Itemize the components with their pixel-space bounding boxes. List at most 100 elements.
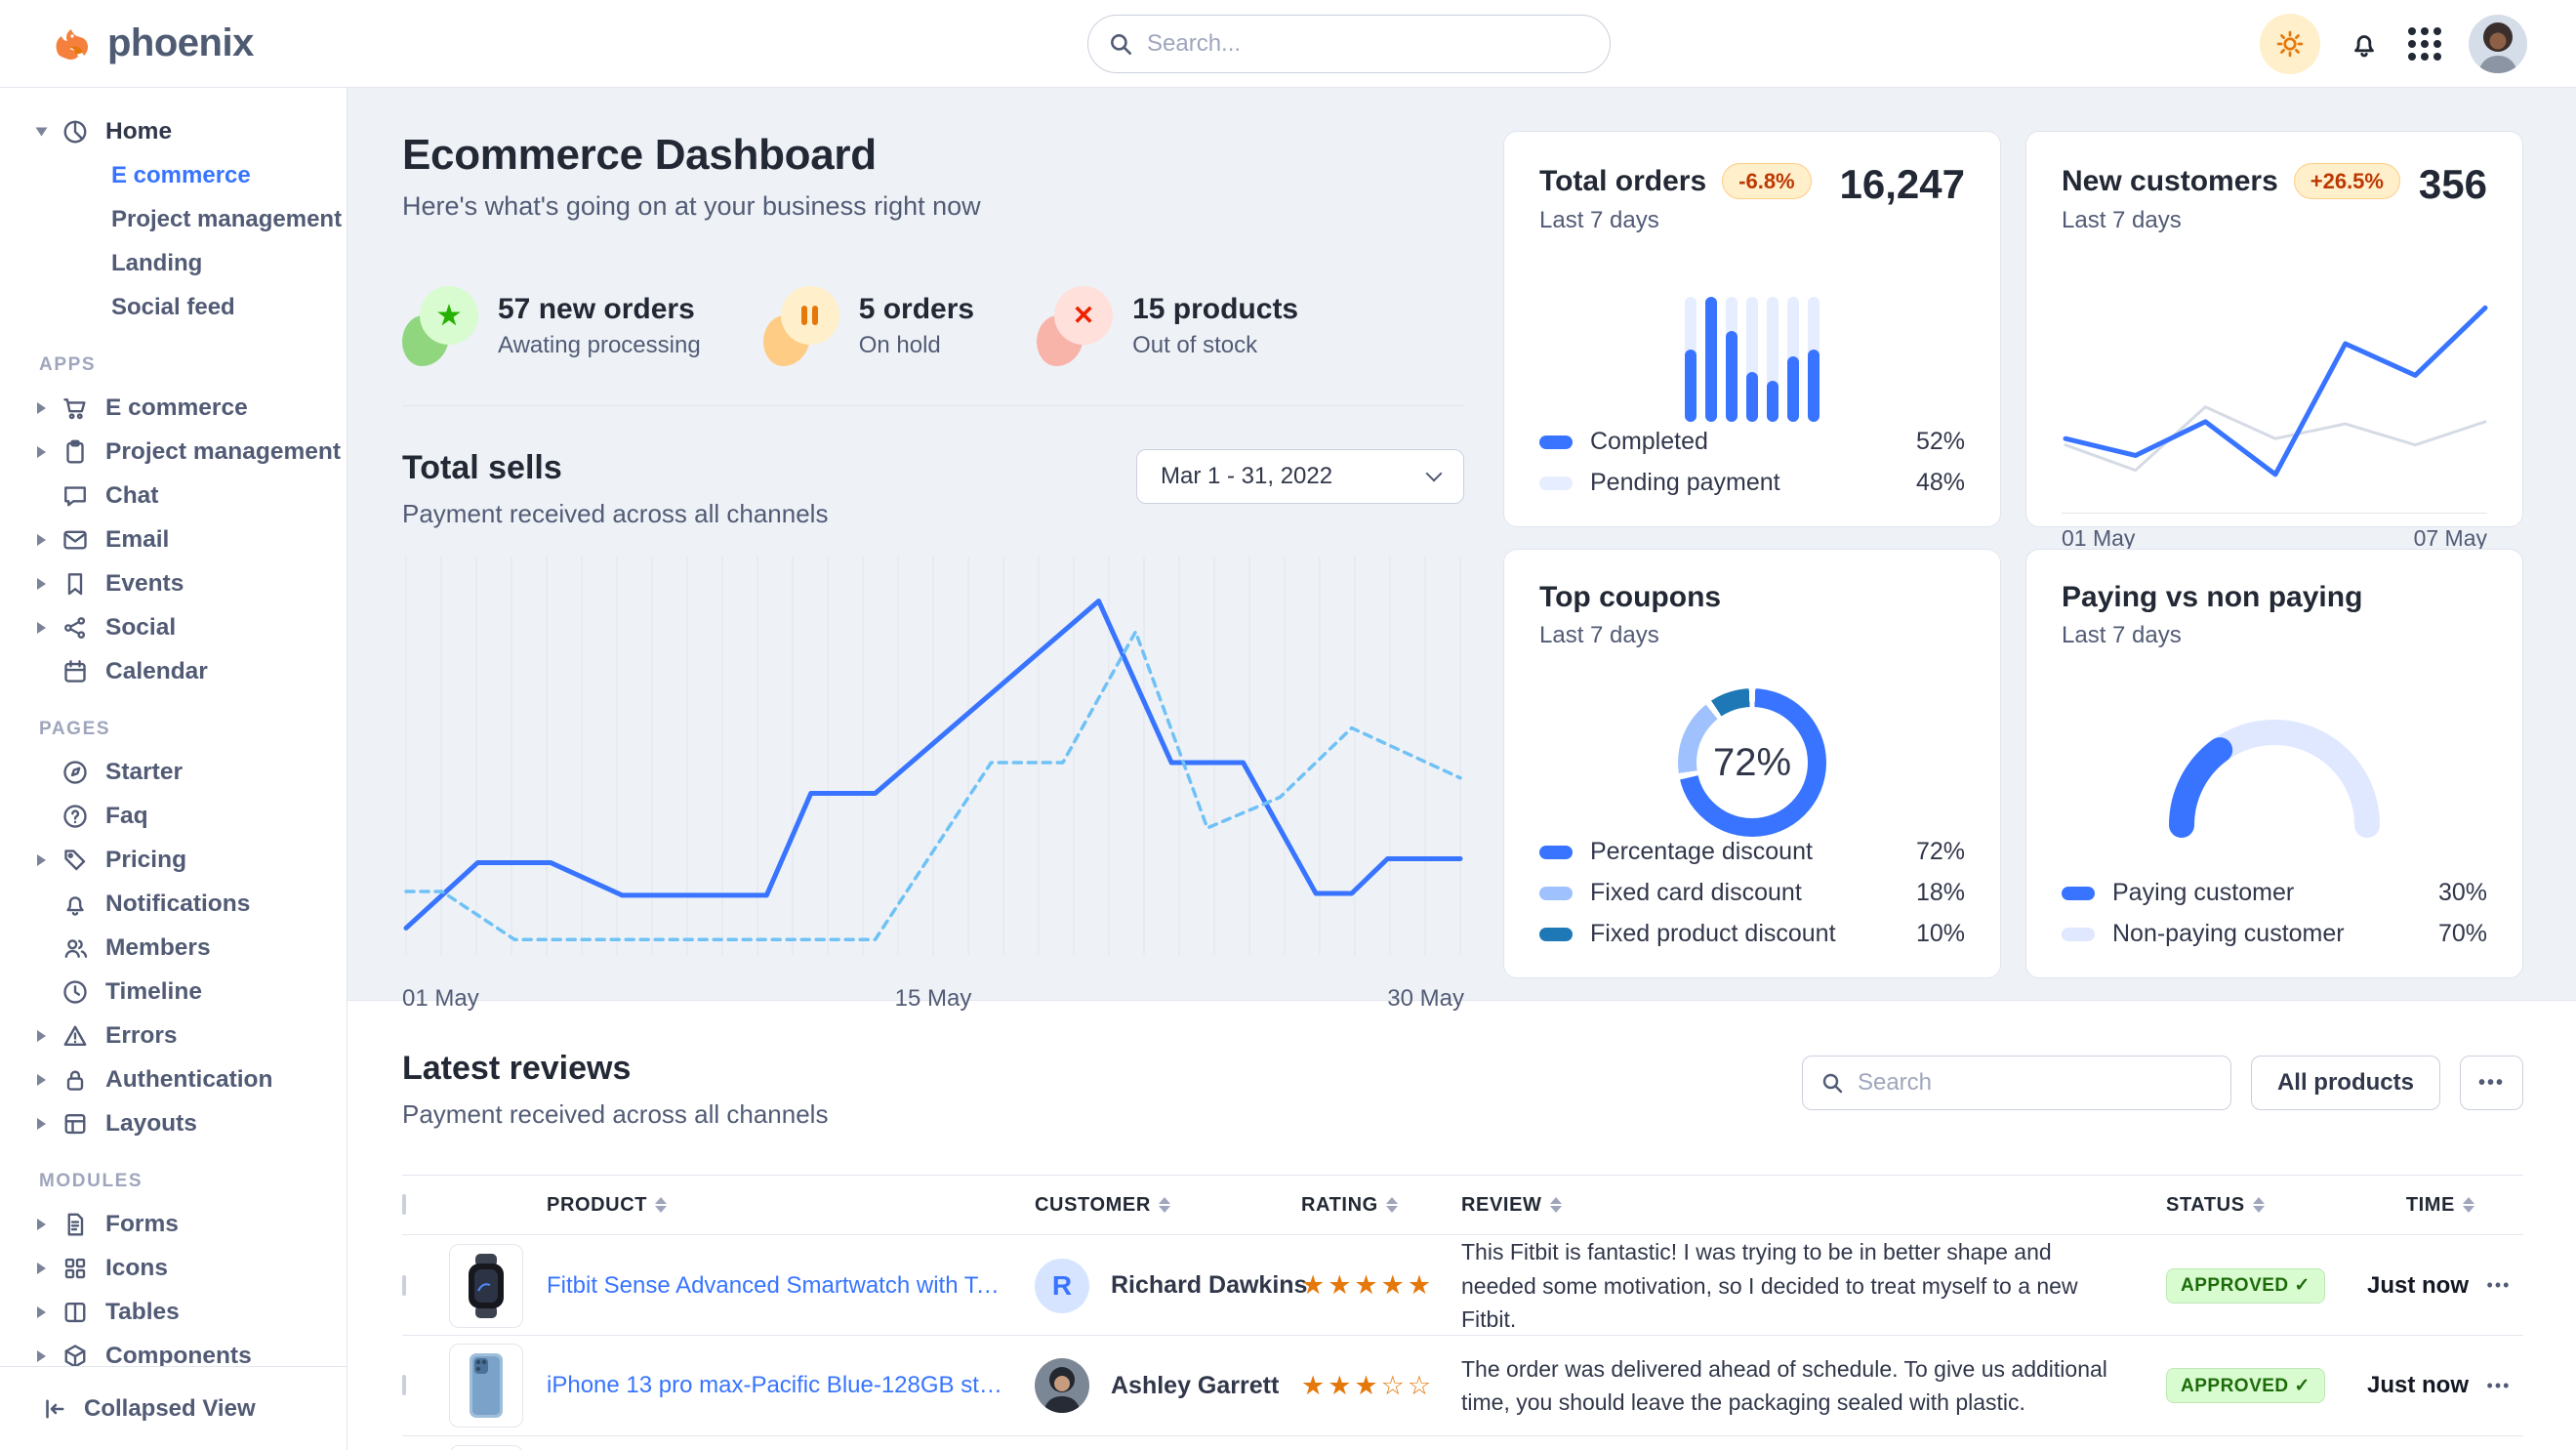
caret-down-icon[interactable] xyxy=(37,126,61,138)
column-header-time[interactable]: TIME xyxy=(2357,1194,2474,1217)
stat-x-icon: ✕ xyxy=(1037,286,1113,366)
caret-right-icon[interactable] xyxy=(37,446,61,458)
legend-label: Percentage discount xyxy=(1590,838,1899,866)
new-customers-chart: 01 May07 May xyxy=(2062,279,2487,552)
sidebar-subitem-landing[interactable]: Landing xyxy=(0,241,347,285)
sidebar-item-events[interactable]: Events xyxy=(0,561,347,605)
top-coupons-title: Top coupons xyxy=(1539,581,1721,614)
sidebar-subitem-e-commerce[interactable]: E commerce xyxy=(0,153,347,197)
reviews-more-button[interactable]: ••• xyxy=(2460,1056,2523,1110)
brand-logo[interactable]: phoenix xyxy=(49,21,254,66)
order-bar xyxy=(1808,297,1820,422)
product-link[interactable]: iPhone 13 pro max-Pacific Blue-128GB sto… xyxy=(547,1372,1035,1399)
sort-icon[interactable] xyxy=(1550,1197,1562,1213)
caret-right-icon[interactable] xyxy=(37,1306,61,1318)
caret-right-icon[interactable] xyxy=(37,854,61,866)
select-all-checkbox[interactable] xyxy=(402,1194,406,1215)
column-header-rating[interactable]: RATING xyxy=(1301,1194,1461,1217)
sidebar-item-icons[interactable]: Icons xyxy=(0,1246,347,1290)
sidebar-item-chat[interactable]: Chat xyxy=(0,474,347,518)
layout-icon xyxy=(61,1109,90,1139)
compass-icon xyxy=(61,758,90,787)
sort-icon[interactable] xyxy=(2463,1197,2474,1213)
sidebar-item-calendar[interactable]: Calendar xyxy=(0,649,347,693)
sidebar-item-faq[interactable]: Faq xyxy=(0,794,347,838)
sort-icon[interactable] xyxy=(1386,1197,1398,1213)
sidebar-item-starter[interactable]: Starter xyxy=(0,750,347,794)
notifications-bell-icon[interactable] xyxy=(2348,27,2381,61)
search-input[interactable] xyxy=(1145,29,1590,59)
table-row: iPhone 13 pro max-Pacific Blue-128GB sto… xyxy=(402,1336,2523,1436)
caret-right-icon[interactable] xyxy=(37,534,61,546)
row-checkbox[interactable] xyxy=(402,1275,406,1296)
customer-avatar-initial: R xyxy=(1035,1259,1089,1313)
caret-right-icon[interactable] xyxy=(37,1263,61,1274)
legend-swatch xyxy=(1539,846,1573,859)
caret-right-icon[interactable] xyxy=(37,622,61,634)
reviews-search[interactable] xyxy=(1802,1056,2231,1110)
rating-stars: ★★★☆☆ xyxy=(1301,1371,1461,1401)
sidebar-item-email[interactable]: Email xyxy=(0,518,347,561)
sidebar-subitem-social-feed[interactable]: Social feed xyxy=(0,285,347,329)
clock-icon xyxy=(61,977,90,1007)
reviews-search-input[interactable] xyxy=(1856,1068,2213,1098)
order-bar xyxy=(1767,297,1779,422)
caret-right-icon[interactable] xyxy=(37,402,61,414)
user-avatar[interactable] xyxy=(2469,15,2527,73)
sidebar-item-pricing[interactable]: Pricing xyxy=(0,838,347,882)
stat-subtitle: Awating processing xyxy=(498,332,701,359)
row-more-button[interactable]: ••• xyxy=(2474,1275,2523,1296)
chat-icon xyxy=(61,481,90,511)
sidebar-item-layouts[interactable]: Layouts xyxy=(0,1101,347,1145)
sidebar-item-tables[interactable]: Tables xyxy=(0,1290,347,1334)
x-axis-label: 15 May xyxy=(895,985,972,1013)
collapsed-view-button[interactable]: Collapsed View xyxy=(0,1366,347,1450)
apps-grid-icon[interactable] xyxy=(2408,27,2441,61)
column-header-customer[interactable]: CUSTOMER xyxy=(1035,1194,1301,1217)
column-header-status[interactable]: STATUS xyxy=(2166,1194,2357,1217)
dashboard-section: Ecommerce Dashboard Here's what's going … xyxy=(348,88,2576,1000)
sidebar-item-timeline[interactable]: Timeline xyxy=(0,970,347,1014)
review-text: The order was delivered ahead of schedul… xyxy=(1461,1352,2166,1420)
sidebar-item-home[interactable]: Home xyxy=(0,109,347,153)
legend-value: 30% xyxy=(2438,879,2487,907)
sidebar-item-members[interactable]: Members xyxy=(0,926,347,970)
sidebar-item-forms[interactable]: Forms xyxy=(0,1202,347,1246)
sidebar-subitem-project-management[interactable]: Project management xyxy=(0,197,347,241)
caret-right-icon[interactable] xyxy=(37,1030,61,1042)
sidebar-item-project-management[interactable]: Project management xyxy=(0,430,347,474)
caret-right-icon[interactable] xyxy=(37,1074,61,1086)
row-checkbox[interactable] xyxy=(402,1375,406,1395)
reviews-title: Latest reviews xyxy=(402,1050,828,1088)
date-range-value: Mar 1 - 31, 2022 xyxy=(1161,463,1332,490)
caret-right-icon[interactable] xyxy=(37,578,61,590)
sort-icon[interactable] xyxy=(1159,1197,1170,1213)
sidebar-item-components[interactable]: Components xyxy=(0,1334,347,1366)
top-coupons-period: Last 7 days xyxy=(1539,622,1965,649)
caret-right-icon[interactable] xyxy=(37,1118,61,1130)
column-header-review[interactable]: REVIEW xyxy=(1461,1194,2166,1217)
sidebar-item-errors[interactable]: Errors xyxy=(0,1014,347,1057)
sidebar-item-authentication[interactable]: Authentication xyxy=(0,1057,347,1101)
all-products-button[interactable]: All products xyxy=(2251,1056,2440,1110)
caret-right-icon[interactable] xyxy=(37,1219,61,1230)
bell-icon xyxy=(61,890,90,919)
customer-name: Ashley Garrett xyxy=(1111,1372,1279,1400)
sidebar-item-notifications[interactable]: Notifications xyxy=(0,882,347,926)
sort-icon[interactable] xyxy=(655,1197,667,1213)
product-link[interactable]: Fitbit Sense Advanced Smartwatch with To… xyxy=(547,1272,1035,1300)
review-time: Just now xyxy=(2357,1272,2474,1300)
sidebar-item-e-commerce[interactable]: E commerce xyxy=(0,386,347,430)
global-search[interactable] xyxy=(1087,15,1611,73)
theme-toggle[interactable] xyxy=(2260,14,2320,74)
legend-value: 10% xyxy=(1916,920,1965,948)
sidebar-section-label: APPS xyxy=(0,354,347,376)
order-bar xyxy=(1746,297,1758,422)
caret-right-icon[interactable] xyxy=(37,1350,61,1362)
date-range-select[interactable]: Mar 1 - 31, 2022 xyxy=(1136,449,1464,504)
column-header-product[interactable]: PRODUCT xyxy=(547,1194,1035,1217)
grid4-icon xyxy=(61,1254,90,1283)
row-more-button[interactable]: ••• xyxy=(2474,1376,2523,1396)
sidebar-item-social[interactable]: Social xyxy=(0,605,347,649)
sort-icon[interactable] xyxy=(2253,1197,2265,1213)
